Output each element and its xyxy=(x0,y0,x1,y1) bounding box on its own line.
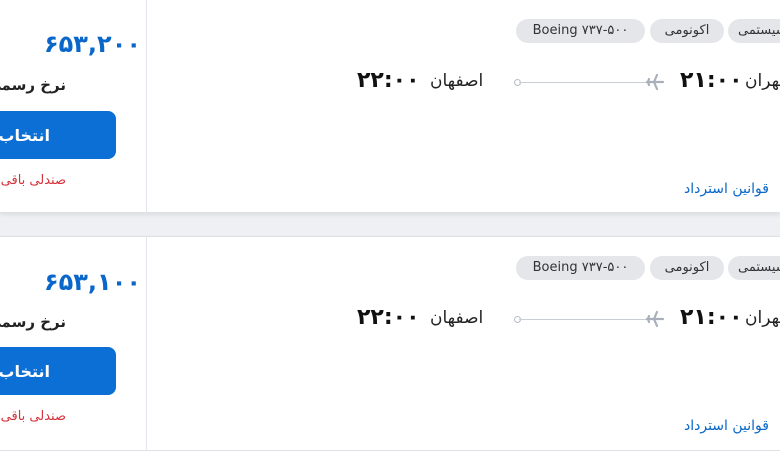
card-divider xyxy=(146,0,147,212)
departure-city: تهران xyxy=(745,308,780,328)
arrival-time: ۲۲:۰۰ xyxy=(357,68,420,93)
seats-remaining: ۶ صندلی باقی‌مانده xyxy=(0,173,66,188)
arrival-time: ۲۲:۰۰ xyxy=(357,305,420,330)
departure-time: ۲۱:۰۰ xyxy=(680,305,743,330)
fare-type-label: نرخ رسمی xyxy=(0,76,66,94)
cabin-class-tag: اکونومی xyxy=(650,256,724,280)
arrival-city: اصفهان xyxy=(430,71,484,91)
card-divider xyxy=(146,237,147,450)
flight-card: ۶۵۳,۱۰۰ نرخ رسمی انتخاب ۷ صندلی باقی‌مان… xyxy=(0,236,780,451)
price-value: ۶۵۳,۲۰۰ xyxy=(43,30,140,58)
price-value: ۶۵۳,۱۰۰ xyxy=(43,268,140,296)
price: ۶۵۳,۱۰۰ xyxy=(0,268,140,302)
departure-city: تهران xyxy=(745,71,780,91)
flight-card: ۶۵۳,۲۰۰ نرخ رسمی انتخاب ۶ صندلی باقی‌مان… xyxy=(0,0,780,213)
route-line xyxy=(519,82,647,83)
plane-icon xyxy=(645,73,665,91)
fare-type-label: نرخ رسمی xyxy=(0,313,66,331)
cabin-class-tag: اکونومی xyxy=(650,19,724,43)
route-line xyxy=(519,319,647,320)
aircraft-tag: Boeing ۷۳۷-۵۰۰ xyxy=(516,19,645,43)
select-flight-button[interactable]: انتخاب xyxy=(0,111,116,159)
refund-rules-link[interactable]: قوانین استرداد xyxy=(684,181,769,197)
plane-icon xyxy=(645,310,665,328)
select-button-label: انتخاب xyxy=(0,125,50,145)
price: ۶۵۳,۲۰۰ xyxy=(0,30,140,64)
aircraft-tag: Boeing ۷۳۷-۵۰۰ xyxy=(516,256,645,280)
departure-time: ۲۱:۰۰ xyxy=(680,68,743,93)
refund-rules-link[interactable]: قوانین استرداد xyxy=(684,418,769,434)
select-flight-button[interactable]: انتخاب xyxy=(0,347,116,395)
arrival-city: اصفهان xyxy=(430,308,484,328)
flight-type-tag: سیستمی xyxy=(728,19,780,43)
seats-remaining: ۷ صندلی باقی‌مانده xyxy=(0,409,66,424)
flight-type-tag: سیستمی xyxy=(728,256,780,280)
select-button-label: انتخاب xyxy=(0,361,50,381)
